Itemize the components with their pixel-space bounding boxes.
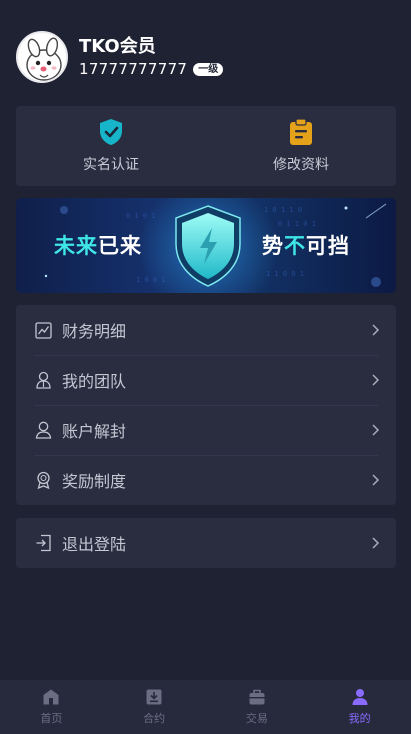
menu-item-label: 我的团队 (62, 372, 127, 391)
svg-text:1 0 1 1 0: 1 0 1 1 0 (264, 206, 302, 214)
profile-info: TKO会员 17777777777 一级 (79, 36, 224, 78)
tab-trade[interactable]: 交易 (206, 680, 309, 734)
menu-item-reward-system[interactable]: 奖励制度 (16, 455, 396, 505)
tab-mine[interactable]: 我的 (308, 680, 411, 734)
banner-slogan-right-accent: 不 (284, 234, 306, 258)
edit-profile-button[interactable]: 修改资料 (206, 106, 396, 186)
menu-item-label: 财务明细 (62, 322, 127, 341)
edit-profile-label: 修改资料 (273, 157, 329, 173)
profile-phone-row: 17777777777 一级 (79, 60, 224, 78)
real-name-verify-button[interactable]: 实名认证 (16, 106, 206, 186)
banner-slogan-right-start: 势 (262, 234, 284, 258)
team-icon (34, 371, 52, 389)
level-badge: 一级 (193, 62, 224, 76)
svg-text:0 1 0 1: 0 1 0 1 (126, 212, 156, 220)
menu-item-account-unlock[interactable]: 账户解封 (16, 405, 396, 455)
promo-banner[interactable]: 1 0 1 1 0 0 1 1 0 1 1 1 0 0 1 0 1 0 1 1 … (16, 198, 396, 293)
real-name-verify-label: 实名认证 (83, 157, 139, 173)
logout-label: 退出登陆 (62, 535, 127, 554)
banner-slogan-left-accent: 未来 (54, 234, 98, 258)
award-icon (34, 471, 52, 489)
svg-text:1 1 0 0 1: 1 1 0 0 1 (266, 270, 304, 278)
tab-label: 交易 (245, 712, 268, 725)
menu-item-finance-details[interactable]: 财务明细 (16, 305, 396, 355)
chevron-right-icon (372, 374, 380, 386)
logout-icon (34, 534, 52, 552)
profile-header: TKO会员 17777777777 一级 (16, 30, 396, 84)
avatar[interactable] (16, 31, 68, 83)
profile-name: TKO会员 (79, 36, 156, 57)
profile-page: TKO会员 17777777777 一级 实名认证 修改资料 1 0 1 1 0… (0, 0, 411, 734)
bottom-tab-bar: 首页 合约 交易 我的 (0, 680, 411, 734)
menu-item-label: 账户解封 (62, 422, 127, 441)
tab-home[interactable]: 首页 (0, 680, 103, 734)
tab-label: 合约 (143, 712, 166, 725)
profile-phone: 17777777777 (79, 60, 188, 78)
tab-label: 我的 (348, 712, 371, 725)
contract-icon (146, 689, 162, 705)
tab-label: 首页 (40, 712, 63, 725)
menu-item-my-team[interactable]: 我的团队 (16, 355, 396, 405)
logout-card: 退出登陆 (16, 518, 396, 568)
menu-list: 财务明细 我的团队 账户解封 奖励制度 (16, 305, 396, 505)
chevron-right-icon (372, 424, 380, 436)
tab-contract[interactable]: 合约 (103, 680, 206, 734)
clipboard-icon (290, 118, 312, 145)
bunny-avatar-icon (26, 37, 62, 81)
banner-slogan-right: 势不可挡 (262, 230, 350, 260)
banner-slogan-left-rest: 已来 (98, 234, 142, 258)
shield-check-icon (100, 119, 122, 145)
chevron-right-icon (372, 324, 380, 336)
banner-slogan-left: 未来已来 (54, 230, 142, 260)
svg-text:1 0 0 1: 1 0 0 1 (136, 276, 166, 284)
logout-button[interactable]: 退出登陆 (16, 518, 396, 568)
trade-icon (249, 689, 265, 705)
chevron-right-icon (372, 537, 380, 549)
finance-chart-icon (34, 321, 52, 339)
user-unlock-icon (34, 421, 52, 439)
quick-actions-card: 实名认证 修改资料 (16, 106, 396, 186)
home-icon (43, 689, 59, 705)
svg-text:0 1 1 0 1: 0 1 1 0 1 (278, 220, 316, 228)
menu-item-label: 奖励制度 (62, 472, 127, 491)
chevron-right-icon (372, 474, 380, 486)
banner-slogan-right-rest: 可挡 (306, 234, 350, 258)
user-icon (352, 689, 368, 705)
